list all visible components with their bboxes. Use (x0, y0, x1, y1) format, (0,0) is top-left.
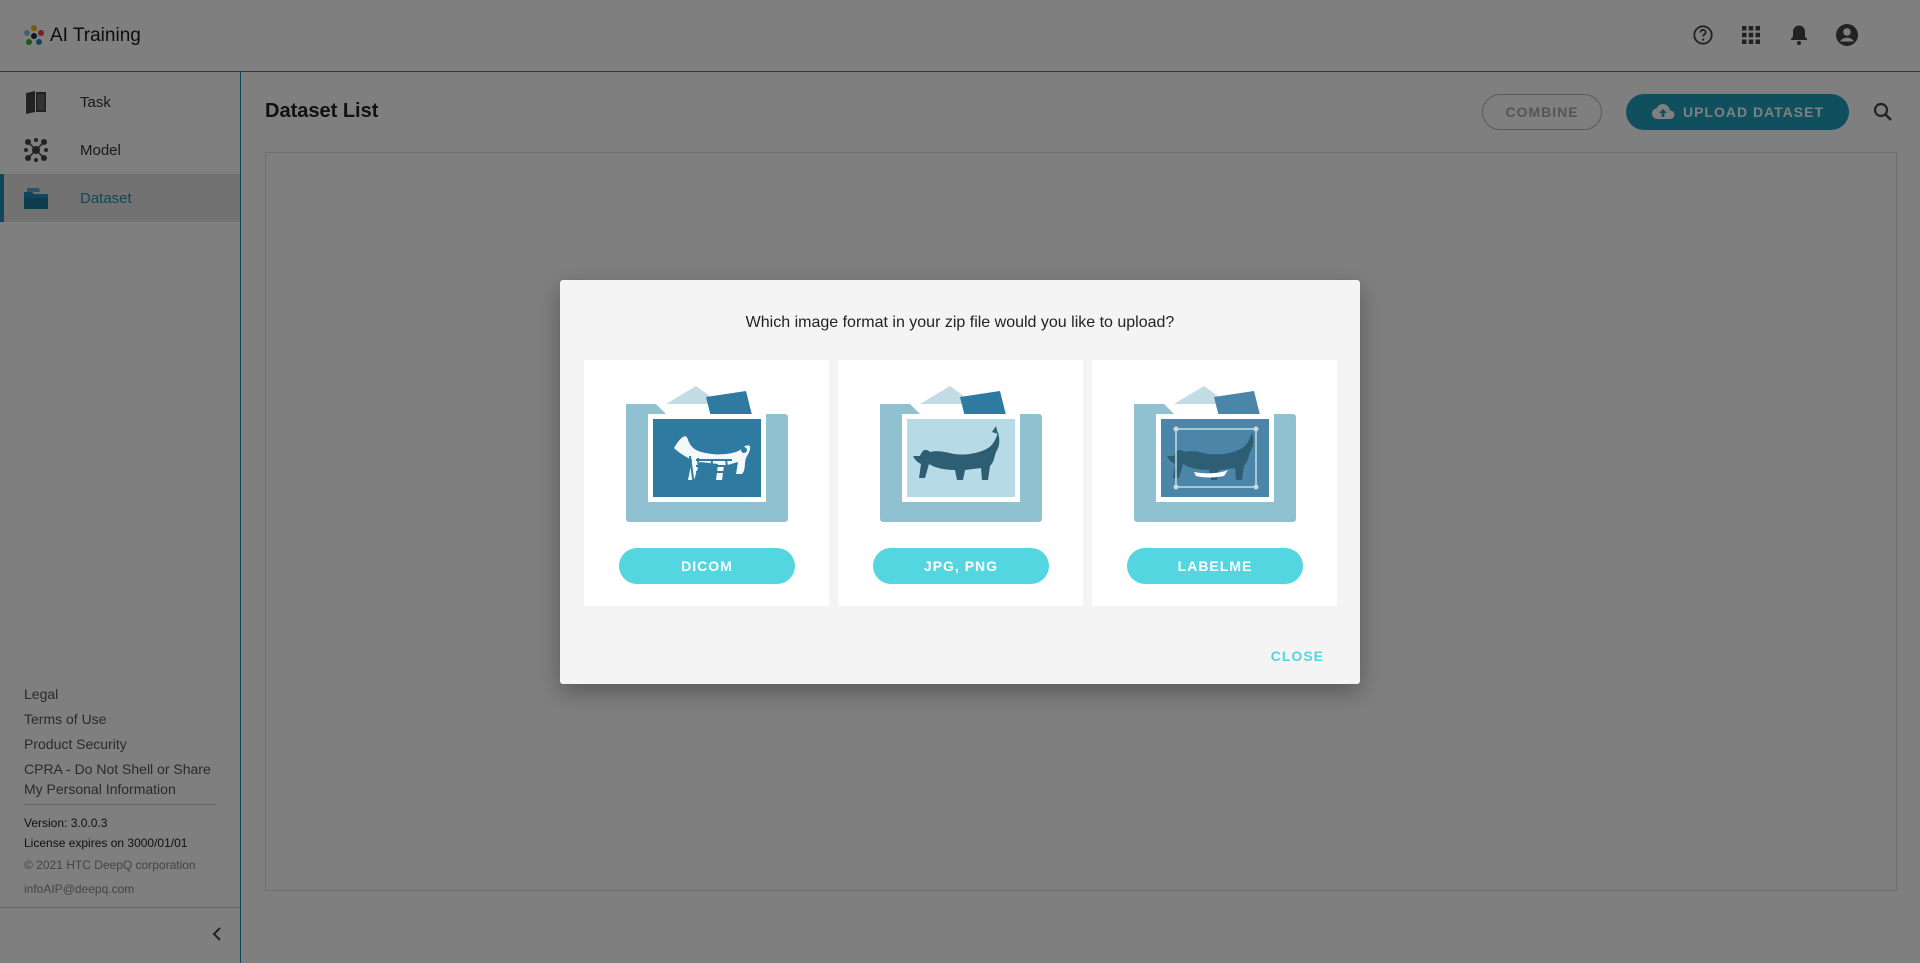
format-card-jpg-png[interactable]: JPG, PNG (838, 360, 1083, 606)
format-card-dicom[interactable]: DICOM (584, 360, 829, 606)
labelme-button[interactable]: LABELME (1127, 548, 1303, 584)
format-options: DICOM JPG, PNG LABELME (584, 360, 1337, 606)
upload-format-dialog: Which image format in your zip file woul… (560, 280, 1360, 684)
photo-cat-icon (880, 386, 1042, 522)
labeled-cat-icon (1134, 386, 1296, 522)
close-button[interactable]: CLOSE (1271, 648, 1324, 664)
format-card-labelme[interactable]: LABELME (1092, 360, 1337, 606)
dialog-question: Which image format in your zip file woul… (745, 314, 1175, 331)
dicom-xray-cat-icon (626, 386, 788, 522)
dicom-button[interactable]: DICOM (619, 548, 795, 584)
jpg-png-button[interactable]: JPG, PNG (873, 548, 1049, 584)
